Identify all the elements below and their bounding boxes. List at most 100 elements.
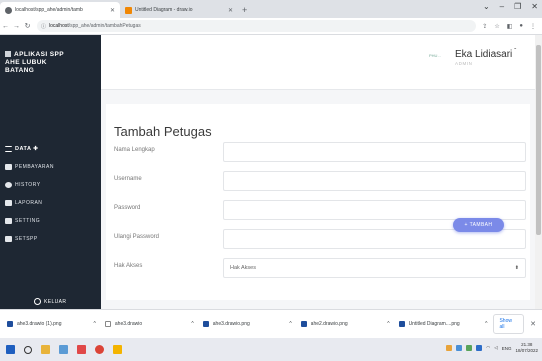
browser-tab-drawio[interactable]: Untitled Diagram - draw.io ✕ [120,2,238,18]
page-scrollbar[interactable] [535,35,542,309]
logout-label: KELUAR [44,298,67,305]
brand-icon [5,51,11,57]
download-item[interactable]: ahe2.drawio.png ^ [298,314,396,334]
volume-icon[interactable]: ◁ [494,345,497,351]
chevron-up-icon[interactable]: ^ [191,321,193,327]
profile-icon[interactable]: ● [519,23,523,30]
sidebar-menu: DATA ✚ PEMBAYARAN HISTORY LAPORAN SETTIN… [5,140,97,248]
downloads-bar: ahe3.drawio (1).png ^ ahe3.drawio ^ ahe3.d… [0,309,542,338]
tab-label: Untitled Diagram - draw.io [135,7,193,13]
sidebar-item-label: LAPORAN [15,200,43,206]
back-icon[interactable]: ← [0,23,11,30]
chevron-up-icon[interactable]: ^ [485,321,487,327]
browser-tab-admin[interactable]: localhost/spp_ahe/admin/tamb ✕ [0,2,120,18]
clock[interactable]: 21.38 18/07/2022 [515,342,538,354]
download-item[interactable]: ahe3.drawio (1).png ^ [4,314,102,334]
field-label: Password [114,205,141,211]
minimize-icon[interactable]: – [500,2,504,11]
user-name: Eka Lidiasari [455,49,513,60]
bookmark-star-icon[interactable]: ☆ [494,23,499,30]
show-all-button[interactable]: Show all [493,314,525,334]
tambah-button[interactable]: + TAMBAH [453,218,504,232]
scrollbar-thumb[interactable] [536,45,541,235]
maximize-icon[interactable]: ❐ [514,2,521,11]
close-tab-icon[interactable]: ✕ [228,7,233,14]
download-item[interactable]: ahe3.drawio.png ^ [200,314,298,334]
brand-line: AHE LUBUK [5,59,47,66]
sidebar-item-data[interactable]: DATA ✚ [5,140,97,158]
task-view-icon[interactable] [41,345,50,354]
info-icon[interactable]: ⓘ [41,23,46,30]
address-bar: ← → ↻ ⓘ localhost/spp_ahe/admin/tambahPe… [0,18,542,35]
language-indicator[interactable]: ENG [502,346,512,351]
tab-label: localhost/spp_ahe/admin/tamb [15,7,83,13]
users-gear-icon [5,218,12,224]
tray-icon[interactable] [476,345,483,351]
new-tab-button[interactable]: + [238,2,251,18]
sidebar-item-label: SETTING [15,218,41,224]
forward-icon[interactable]: → [11,23,22,30]
share-icon[interactable]: ⇪ [482,23,487,30]
sidebar-item-setspp[interactable]: SETSPP [5,230,97,248]
windows-start-icon[interactable] [6,345,15,354]
download-filename: ahe3.drawio.png [212,321,250,327]
payment-icon [5,164,12,170]
search-icon[interactable] [24,345,32,354]
tray-icon[interactable] [466,345,473,351]
image-file-icon [398,321,405,327]
main-content: PHU... Eka Lidiasari ˇ ADMIN Tambah Petug… [101,35,542,309]
nama-lengkap-input[interactable] [223,142,526,162]
download-item[interactable]: Untitled Diagram....png ^ [396,314,494,334]
select-value: Hak Akses [230,265,256,271]
image-file-icon [300,321,307,327]
sidebar-item-setting[interactable]: SETTING [5,212,97,230]
tab-search-icon[interactable]: ⌄ [483,2,490,11]
chevron-up-icon[interactable]: ^ [289,321,291,327]
sidebar-item-history[interactable]: HISTORY [5,176,97,194]
app-icon[interactable] [113,345,122,354]
chevron-up-icon[interactable]: ^ [387,321,389,327]
sidebar: APLIKASI SPP AHE LUBUK BATANG DATA ✚ PEM… [0,35,101,309]
wifi-icon[interactable]: ◠ [486,345,490,351]
file-explorer-icon[interactable] [59,345,68,354]
hak-akses-select[interactable]: Hak Akses ⬍ [223,258,526,278]
sidebar-item-laporan[interactable]: LAPORAN [5,194,97,212]
browser-tab-strip: localhost/spp_ahe/admin/tamb ✕ Untitled … [0,0,542,18]
drawio-icon [125,6,132,14]
tray-icon[interactable] [456,345,463,351]
close-window-icon[interactable]: ✕ [531,2,538,11]
download-filename: ahe3.drawio (1).png [17,321,62,327]
reload-icon[interactable]: ↻ [22,22,33,30]
username-input[interactable] [223,171,526,191]
chevron-up-icon[interactable]: ^ [94,321,96,327]
sidepanel-icon[interactable]: ◧ [507,23,513,30]
caret-icon: ˇ [514,49,517,55]
form-row-hak-akses: Hak Akses Hak Akses ⬍ [114,258,526,278]
card-icon [5,236,12,242]
menu-kebab-icon[interactable]: ⋮ [530,23,536,30]
brand-logo[interactable]: APLIKASI SPP AHE LUBUK BATANG [5,51,64,75]
password-input[interactable] [223,200,526,220]
logout-button[interactable]: KELUAR [34,298,66,305]
form-row-username: Username [114,171,526,191]
url-host: localhost [49,23,69,29]
select-arrow-icon: ⬍ [514,265,519,271]
power-icon [34,298,41,305]
field-label: Username [114,176,142,182]
close-tab-icon[interactable]: ✕ [110,7,115,14]
form-row-nama: Nama Lengkap [114,142,526,162]
download-filename: ahe3.drawio [114,321,143,327]
confirm-password-input[interactable] [223,229,526,249]
url-field[interactable]: ⓘ localhost/spp_ahe/admin/tambahPetugas [37,20,477,32]
image-file-icon [202,321,209,327]
tray-icon[interactable] [446,345,453,351]
app-icon[interactable] [77,345,86,354]
close-downloads-icon[interactable]: ✕ [530,320,536,328]
user-menu[interactable]: Eka Lidiasari ˇ ADMIN [455,49,516,66]
download-item[interactable]: ahe3.drawio ^ [102,314,200,334]
sidebar-item-pembayaran[interactable]: PEMBAYARAN [5,158,97,176]
clock-date: 18/07/2022 [515,348,538,353]
avatar[interactable]: PHU... [429,53,441,58]
chrome-icon[interactable] [95,345,104,354]
report-icon [5,200,12,206]
